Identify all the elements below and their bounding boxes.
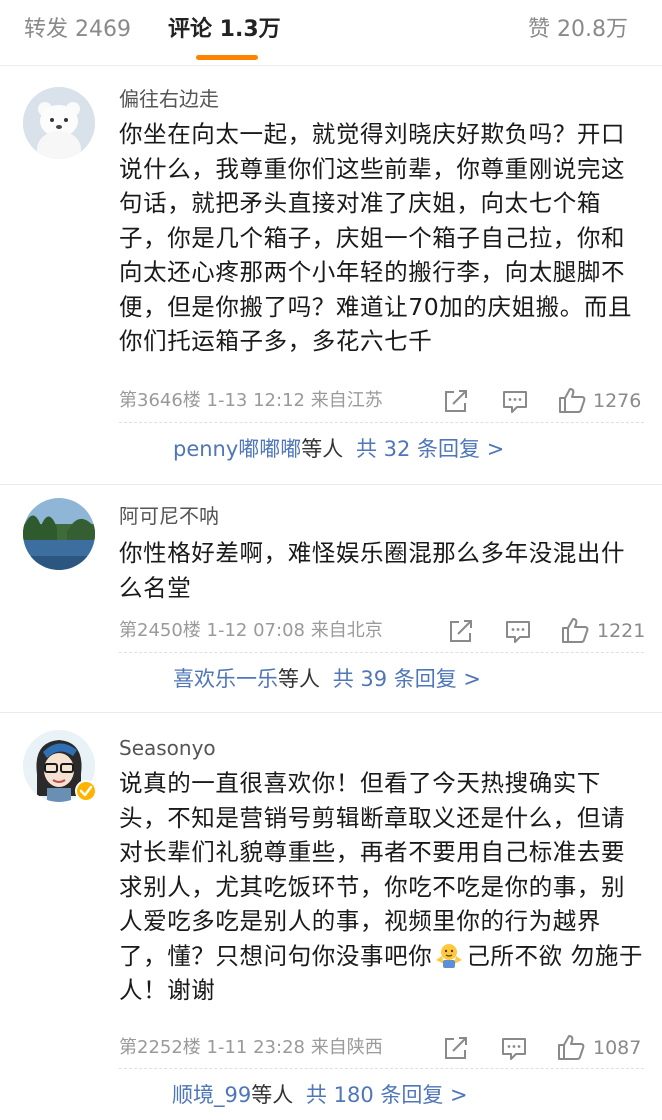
- shrug-emoji-icon: [436, 943, 463, 968]
- avatar[interactable]: [23, 498, 95, 570]
- thumbs-up-icon[interactable]: [560, 615, 590, 645]
- divider: [0, 484, 662, 485]
- reply-username[interactable]: 顺境_99: [172, 1083, 251, 1107]
- divider: [0, 712, 662, 713]
- comment-icon[interactable]: [499, 1033, 529, 1063]
- comment-meta: 第2450楼 1-12 07:08 来自北京: [119, 620, 383, 641]
- comment-icon[interactable]: [500, 386, 530, 416]
- comment-text: 说真的一直很喜欢你！但看了今天热搜确实下头，不知是营销号剪辑断章取义还是什么，但…: [119, 766, 644, 1008]
- comment-tabs: 转发 2469 评论 1.3万 赞 20.8万: [0, 0, 662, 66]
- tab-like[interactable]: 赞 20.8万: [528, 16, 628, 44]
- like-count: 1276: [593, 390, 642, 412]
- share-icon[interactable]: [441, 1033, 471, 1063]
- reply-count-link[interactable]: 共 180 条回复 >: [306, 1083, 468, 1107]
- avatar[interactable]: [23, 87, 95, 159]
- reply-preview[interactable]: 喜欢乐一乐等人 共 39 条回复 >: [173, 665, 481, 693]
- polar-bear-avatar-icon: [23, 87, 95, 159]
- check-icon: [79, 785, 93, 797]
- like-count: 1221: [597, 620, 646, 642]
- reply-username[interactable]: 喜欢乐一乐: [173, 667, 278, 691]
- comment-text: 你坐在向太一起，就觉得刘晓庆好欺负吗？开口说什么，我尊重你们这些前辈，你尊重刚说…: [119, 120, 633, 355]
- reply-count-link[interactable]: 共 39 条回复 >: [333, 667, 481, 691]
- username[interactable]: 偏往右边走: [119, 86, 219, 112]
- username[interactable]: 阿可尼不呐: [119, 503, 219, 529]
- verified-badge: [75, 780, 97, 802]
- reply-preview[interactable]: 顺境_99等人 共 180 条回复 >: [172, 1081, 468, 1109]
- tab-comment[interactable]: 评论 1.3万: [168, 16, 281, 44]
- tab-repost[interactable]: 转发 2469: [24, 16, 131, 44]
- reply-username[interactable]: penny嘟嘟嘟: [173, 437, 301, 461]
- reply-others-label: 等人: [278, 667, 320, 691]
- reply-preview[interactable]: penny嘟嘟嘟等人 共 32 条回复 >: [173, 435, 504, 463]
- comment-text-main: 说真的一直很喜欢你！但看了今天热搜确实下头，不知是营销号剪辑断章取义还是什么，但…: [119, 769, 626, 970]
- comment-meta: 第2252楼 1-11 23:28 来自陕西: [119, 1037, 383, 1058]
- username[interactable]: Seasonyo: [119, 735, 216, 761]
- thumbs-up-icon[interactable]: [556, 1032, 586, 1062]
- reply-others-label: 等人: [251, 1083, 294, 1107]
- reply-summary[interactable]: 顺境_99等人 共 180 条回复 >: [119, 1068, 644, 1120]
- active-tab-indicator: [196, 55, 258, 60]
- like-count: 1087: [593, 1037, 642, 1059]
- lake-scenery-avatar-icon: [23, 498, 95, 570]
- thumbs-up-icon[interactable]: [557, 385, 587, 415]
- comment-icon[interactable]: [503, 616, 533, 646]
- reply-summary[interactable]: 喜欢乐一乐等人 共 39 条回复 >: [119, 652, 644, 704]
- comment-meta: 第3646楼 1-13 12:12 来自江苏: [119, 390, 383, 411]
- share-icon[interactable]: [446, 616, 476, 646]
- share-icon[interactable]: [441, 386, 471, 416]
- comment-text: 你性格好差啊，难怪娱乐圈混那么多年没混出什么名堂: [119, 539, 626, 602]
- reply-summary[interactable]: penny嘟嘟嘟等人 共 32 条回复 >: [119, 422, 644, 474]
- reply-count-link[interactable]: 共 32 条回复 >: [356, 437, 504, 461]
- reply-others-label: 等人: [301, 437, 344, 461]
